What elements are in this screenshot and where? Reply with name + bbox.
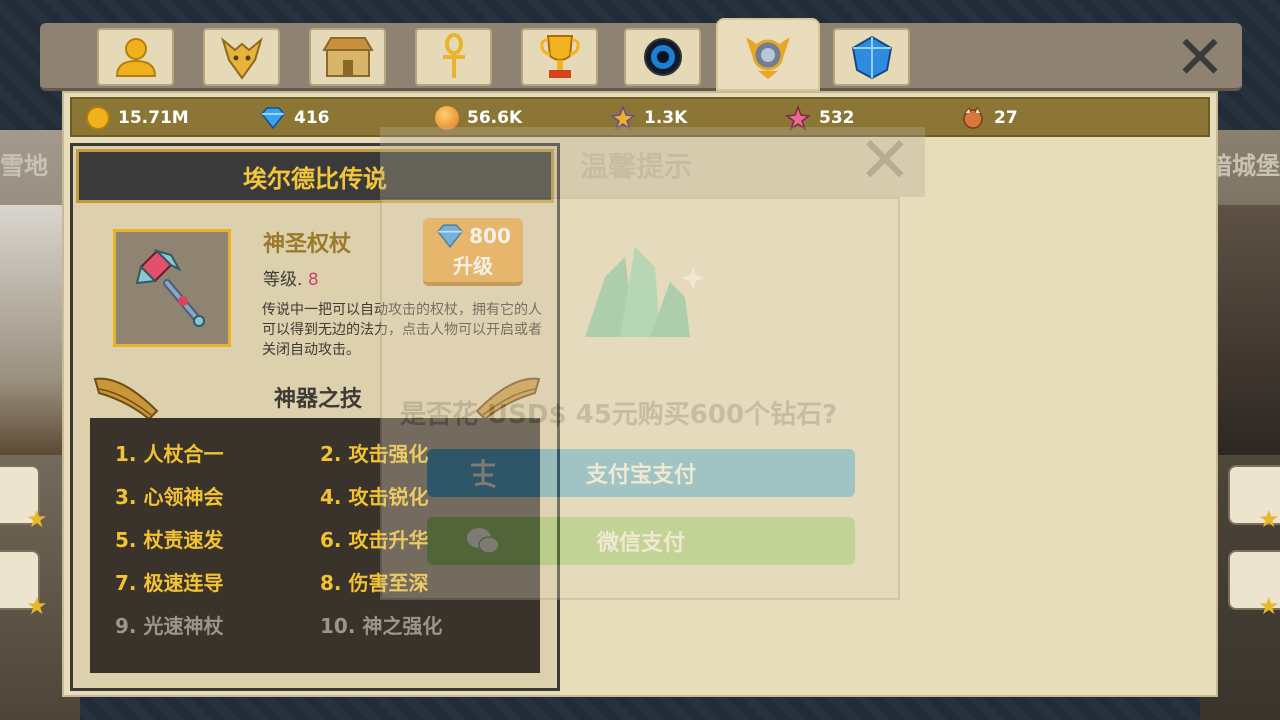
orb-icon (643, 38, 682, 76)
wechat-pay-label: 微信支付 (596, 531, 685, 556)
resource-gold: 15.71M (86, 99, 189, 137)
background-stage-label-right: 暗城堡 (1208, 152, 1280, 180)
resource-gold-value: 15.71M (118, 108, 189, 128)
resource-pink-rune-value: 532 (819, 108, 855, 128)
category-tab-bar (40, 18, 1242, 91)
tab-orb[interactable] (624, 28, 701, 86)
close-button[interactable]: ✕ (1172, 23, 1228, 93)
wechat-icon (467, 528, 500, 554)
skill-item: 1. 人杖合一 (115, 442, 224, 466)
scepter-icon (135, 248, 205, 327)
star-icon: ★ (26, 592, 48, 620)
close-icon: ✕ (1174, 23, 1226, 93)
star-icon: ★ (1258, 505, 1280, 533)
user-icon (115, 38, 156, 77)
shop-icon (321, 37, 374, 77)
alipay-button[interactable]: 支付宝支付 (427, 449, 855, 497)
diamond-icon (261, 107, 285, 130)
star-icon: ★ (1258, 592, 1280, 620)
tab-artifacts[interactable] (716, 18, 820, 91)
dragon-head-icon (220, 37, 263, 80)
tab-profile[interactable] (97, 28, 174, 86)
tab-heroes[interactable] (203, 28, 280, 86)
background-stage-label-left: 雪地 (0, 152, 48, 180)
dialog-close-button[interactable]: ✕ (858, 129, 912, 193)
item-name: 神圣权杖 (263, 232, 352, 257)
skill-item-locked: 9. 光速神杖 (115, 614, 224, 638)
resource-beast-token: 27 (960, 99, 1018, 137)
item-portrait[interactable] (113, 229, 231, 347)
wing-left-icon (93, 377, 159, 421)
alipay-icon (471, 459, 496, 489)
star-icon: ★ (26, 505, 48, 533)
skill-item: 5. 杖责速发 (115, 528, 224, 552)
skills-title: 神器之技 (273, 387, 362, 412)
ankh-icon (442, 33, 465, 78)
tab-shop[interactable] (309, 28, 386, 86)
beast-token-icon (963, 107, 983, 129)
item-level-value: 8 (307, 270, 319, 290)
tab-ankh[interactable] (415, 28, 492, 86)
gold-coin-icon (86, 106, 110, 130)
tab-ranking[interactable] (521, 28, 598, 86)
snow-scene (0, 205, 70, 455)
resource-gold-rune-value: 1.3K (644, 108, 688, 128)
resource-diamond: 416 (260, 99, 330, 137)
dark-castle-scene (1215, 205, 1280, 455)
purchase-dialog: 温馨提示 ✕ 是否花 USD$ 45元购买600个钻石? 支付宝支付 微信支付 (380, 127, 925, 600)
wechat-pay-button[interactable]: 微信支付 (427, 517, 855, 565)
item-level: 等级. 8 (263, 265, 319, 290)
alipay-label: 支付宝支付 (585, 463, 696, 488)
blue-gem-icon (851, 35, 892, 80)
resource-beast-token-value: 27 (994, 108, 1018, 128)
close-icon: ✕ (858, 124, 912, 198)
dialog-title: 温馨提示 (580, 150, 693, 183)
resource-diamond-value: 416 (294, 108, 330, 128)
trophy-icon (539, 35, 580, 78)
tab-gems[interactable] (833, 28, 910, 86)
skill-item: 3. 心领神会 (115, 485, 224, 509)
artifact-emblem-icon (746, 36, 790, 79)
skill-item-locked: 10. 神之强化 (320, 614, 443, 638)
dialog-message: 是否花 USD$ 45元购买600个钻石? (400, 400, 838, 430)
diamond-crystals-icon (585, 247, 704, 337)
skill-item: 7. 极速连导 (115, 571, 224, 595)
resource-orb-value: 56.6K (467, 108, 523, 128)
item-level-label: 等级. (263, 270, 303, 290)
